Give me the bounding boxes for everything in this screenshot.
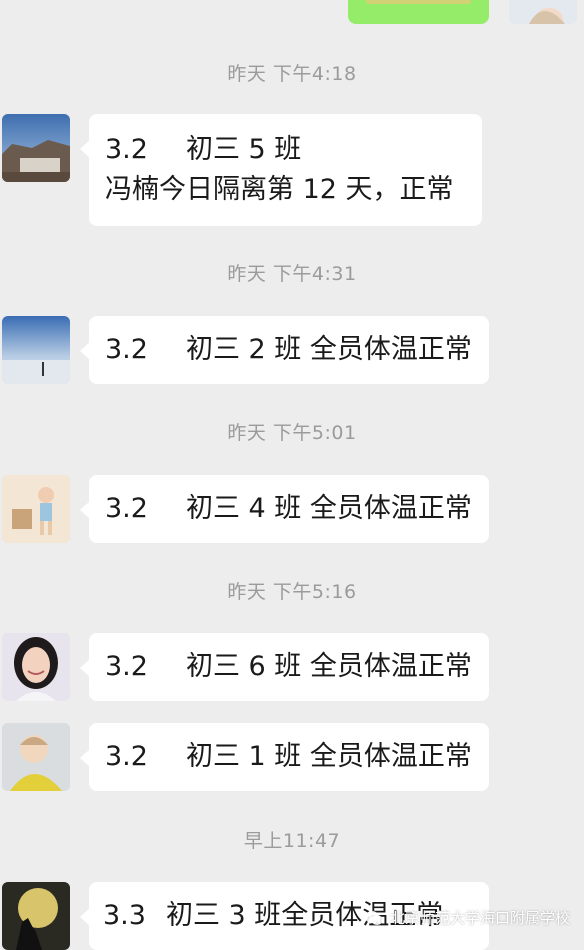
message-text-line2: 冯楠今日隔离第 12 天，正常 <box>105 174 454 205</box>
message-date: 3.2 <box>105 334 148 365</box>
message-bubble[interactable]: 3.2 初三 2 班 全员体温正常 <box>80 316 489 384</box>
message-text: 初三 5 班 <box>185 134 302 165</box>
avatar[interactable] <box>2 475 70 543</box>
timestamp: 昨天 下午5:01 <box>227 422 357 444</box>
timestamp: 昨天 下午4:31 <box>227 263 357 285</box>
watermark-text: 北京师范大学海口附属学校 <box>389 909 570 927</box>
message-bubble[interactable]: 3.2 初三 1 班 全员体温正常 <box>80 723 489 791</box>
message-date: 3.3 <box>103 900 146 931</box>
sent-message-bubble[interactable] <box>348 0 489 24</box>
avatar[interactable] <box>2 114 70 182</box>
woman-avatar-icon <box>2 633 70 701</box>
wechat-logo-icon <box>364 910 383 925</box>
self-avatar-image <box>509 0 577 24</box>
avatar[interactable] <box>2 723 70 791</box>
sky-avatar-icon <box>2 316 70 384</box>
message-bubble[interactable]: 3.2 初三 4 班 全员体温正常 <box>80 475 489 543</box>
avatar[interactable] <box>2 633 70 701</box>
message-date: 3.2 <box>105 651 148 682</box>
timestamp: 早上11:47 <box>243 830 341 852</box>
message-bubble[interactable]: 3.2 初三 5 班 冯楠今日隔离第 12 天，正常 <box>80 114 482 226</box>
watermark: 北京师范大学海口附属学校 <box>364 907 570 928</box>
message-date: 3.2 <box>105 493 148 524</box>
message-text: 初三 2 班 全员体温正常 <box>185 334 472 365</box>
message-bubble[interactable]: 3.2 初三 6 班 全员体温正常 <box>80 633 489 701</box>
building-avatar-icon <box>2 114 70 182</box>
timestamp: 昨天 下午5:16 <box>227 581 357 603</box>
child-avatar-icon <box>2 475 70 543</box>
self-avatar[interactable] <box>509 0 577 24</box>
message-text: 初三 6 班 全员体温正常 <box>185 651 472 682</box>
message-date: 3.2 <box>105 741 148 772</box>
message-date: 3.2 <box>105 134 148 165</box>
message-text: 初三 1 班 全员体温正常 <box>185 741 472 772</box>
avatar[interactable] <box>2 316 70 384</box>
avatar[interactable] <box>2 882 70 950</box>
moon-wolf-avatar-icon <box>2 882 70 950</box>
message-text: 初三 4 班 全员体温正常 <box>185 493 472 524</box>
kid-avatar-icon <box>2 723 70 791</box>
timestamp: 昨天 下午4:18 <box>227 63 357 85</box>
sent-message-text <box>366 0 471 4</box>
